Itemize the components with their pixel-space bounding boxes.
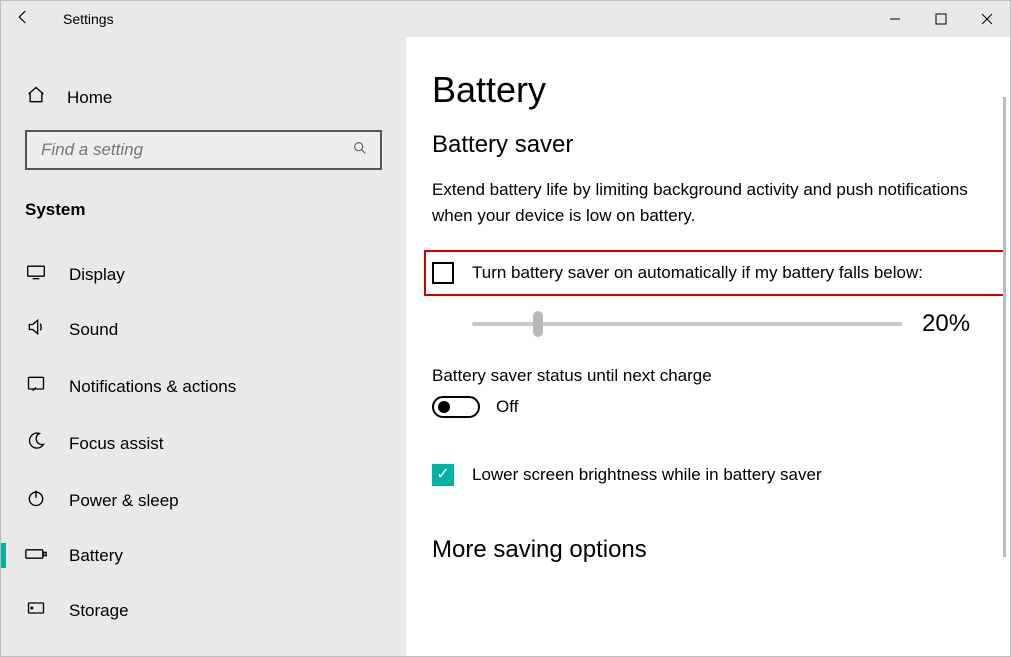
search-input[interactable]: [39, 139, 343, 161]
threshold-slider-row: 20%: [472, 310, 984, 338]
brightness-label: Lower screen brightness while in battery…: [472, 465, 822, 485]
maximize-button[interactable]: [918, 1, 964, 37]
battery-icon: [25, 545, 47, 566]
sidebar-item-storage[interactable]: Storage: [1, 582, 406, 639]
display-icon: [25, 264, 47, 285]
sidebar-item-sound[interactable]: Sound: [1, 301, 406, 358]
sidebar-item-battery[interactable]: Battery: [1, 529, 406, 582]
search-box[interactable]: [25, 130, 382, 170]
sidebar-item-label: Display: [69, 265, 125, 285]
saver-toggle-row: Off: [432, 396, 984, 418]
sidebar-home-label: Home: [67, 88, 112, 108]
sidebar-item-label: Sound: [69, 320, 118, 340]
threshold-slider[interactable]: [472, 312, 902, 336]
sidebar-item-power-sleep[interactable]: Power & sleep: [1, 472, 406, 529]
close-button[interactable]: [964, 1, 1010, 37]
scrollbar[interactable]: [1003, 97, 1006, 557]
brightness-checkbox-row[interactable]: ✓ Lower screen brightness while in batte…: [432, 464, 984, 486]
more-saving-heading: More saving options: [432, 536, 984, 564]
sidebar-item-notifications[interactable]: Notifications & actions: [1, 358, 406, 415]
saver-status-label: Battery saver status until next charge: [432, 366, 984, 386]
storage-icon: [25, 598, 47, 623]
sidebar-item-label: Focus assist: [69, 434, 163, 454]
auto-saver-checkbox-row[interactable]: Turn battery saver on automatically if m…: [432, 262, 997, 284]
search-icon: [352, 140, 368, 161]
auto-saver-checkbox[interactable]: [432, 262, 454, 284]
sidebar-item-label: Storage: [69, 601, 129, 621]
sidebar-item-focus-assist[interactable]: Focus assist: [1, 415, 406, 472]
sidebar-item-display[interactable]: Display: [1, 248, 406, 301]
settings-window: Settings Home: [0, 0, 1011, 657]
home-icon: [25, 85, 47, 110]
saver-toggle-state: Off: [496, 397, 518, 417]
sidebar: Home System Display: [1, 37, 406, 656]
auto-saver-label: Turn battery saver on automatically if m…: [472, 263, 923, 283]
back-button[interactable]: [1, 8, 45, 31]
window-title: Settings: [45, 11, 114, 27]
threshold-value: 20%: [922, 310, 982, 338]
notifications-icon: [25, 374, 47, 399]
page-title: Battery: [432, 69, 984, 111]
titlebar: Settings: [1, 1, 1010, 37]
sidebar-nav: Display Sound Notifications & actions: [1, 248, 406, 639]
power-icon: [25, 488, 47, 513]
focus-assist-icon: [25, 431, 47, 456]
main-content: Battery Battery saver Extend battery lif…: [406, 37, 1010, 656]
sidebar-category: System: [1, 188, 406, 248]
highlight-box: Turn battery saver on automatically if m…: [424, 250, 1005, 296]
brightness-checkbox[interactable]: ✓: [432, 464, 454, 486]
battery-saver-description: Extend battery life by limiting backgrou…: [432, 177, 972, 228]
minimize-button[interactable]: [872, 1, 918, 37]
battery-saver-heading: Battery saver: [432, 131, 984, 159]
sound-icon: [25, 317, 47, 342]
sidebar-item-label: Power & sleep: [69, 491, 179, 511]
sidebar-home[interactable]: Home: [1, 77, 406, 130]
sidebar-item-label: Notifications & actions: [69, 377, 236, 397]
saver-toggle[interactable]: [432, 396, 480, 418]
sidebar-item-label: Battery: [69, 546, 123, 566]
